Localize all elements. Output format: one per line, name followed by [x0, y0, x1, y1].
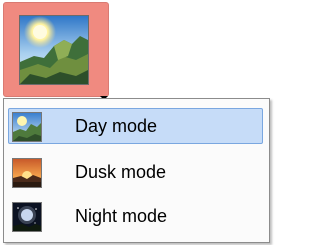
day-landscape-icon: [12, 112, 42, 142]
night-moon-icon: [12, 202, 42, 232]
menu-item-day-mode[interactable]: Day mode: [8, 108, 263, 144]
menu-item-night-mode[interactable]: Night mode: [8, 198, 263, 234]
theme-mode-picker: Day mode Dusk mode Night mode: [0, 0, 272, 245]
menu-item-dusk-mode[interactable]: Dusk mode: [8, 154, 263, 190]
dusk-landscape-icon: [12, 158, 42, 188]
day-landscape-icon: [19, 15, 89, 85]
theme-mode-menu: Day mode Dusk mode Night mode: [3, 98, 270, 243]
menu-item-label: Day mode: [75, 116, 158, 136]
menu-item-label: Night mode: [75, 206, 168, 226]
menu-item-label: Dusk mode: [75, 162, 167, 182]
theme-mode-button[interactable]: [3, 2, 109, 100]
